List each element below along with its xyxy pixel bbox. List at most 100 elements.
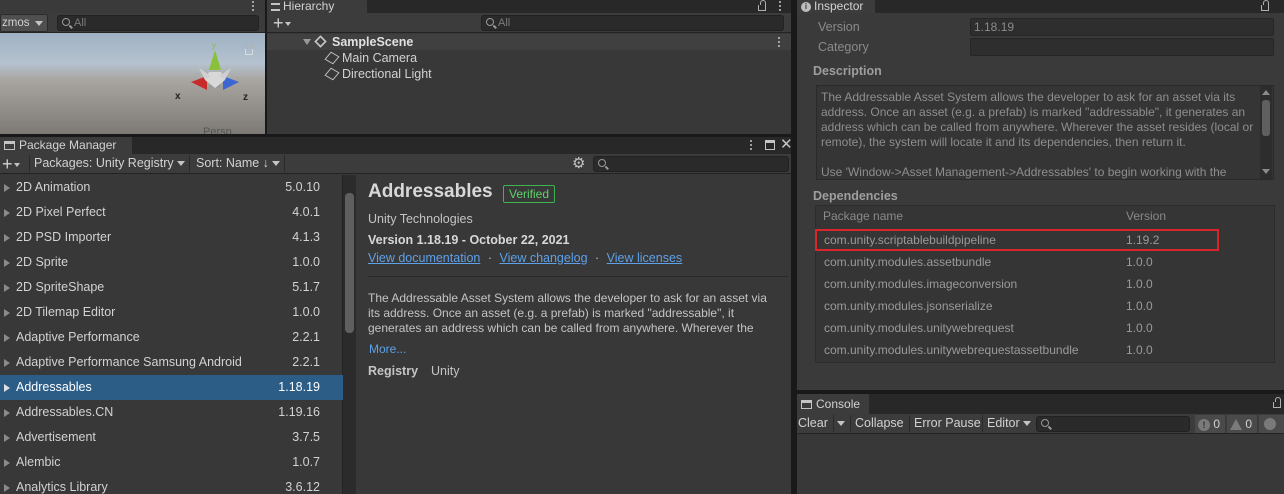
registry-dropdown[interactable]: Packages: Unity Registry: [29, 155, 190, 172]
inspector-tab-label: Inspector: [814, 0, 864, 13]
view-licenses-link[interactable]: View licenses: [607, 251, 683, 265]
tab-console[interactable]: Console: [797, 394, 869, 414]
scene-search-input[interactable]: All: [57, 15, 259, 31]
package-list-item[interactable]: 2D Pixel Perfect 4.0.1: [0, 200, 343, 225]
description-scrollbar[interactable]: [1260, 86, 1272, 179]
package-list-scrollbar[interactable]: [343, 175, 356, 494]
package-list-item[interactable]: Alembic 1.0.7: [0, 450, 343, 475]
package-list-item[interactable]: Analytics Library 3.6.12: [0, 475, 343, 494]
hierarchy-search-input[interactable]: All: [481, 15, 784, 31]
package-name: 2D Tilemap Editor: [16, 305, 116, 319]
package-list-item[interactable]: Adaptive Performance Samsung Android 2.2.…: [0, 350, 343, 375]
package-version: 3.6.12: [285, 480, 320, 494]
expand-arrow-icon[interactable]: [4, 409, 10, 417]
clear-dropdown-icon[interactable]: [833, 415, 850, 432]
axis-z-label: z: [243, 92, 248, 103]
expand-arrow-icon[interactable]: [4, 309, 10, 317]
scroll-thumb[interactable]: [345, 193, 354, 333]
error-count-toggle[interactable]: [1259, 415, 1284, 433]
panel-divider: [265, 0, 267, 134]
package-name: Adaptive Performance Samsung Android: [16, 355, 242, 369]
sort-dropdown[interactable]: Sort: Name ↓: [192, 155, 285, 172]
package-list-item[interactable]: 2D SpriteShape 5.1.7: [0, 275, 343, 300]
gizmos-label: zmos: [2, 17, 30, 29]
dep-version: 1.0.0: [1126, 277, 1153, 291]
expand-arrow-icon[interactable]: [4, 284, 10, 292]
error-pause-button[interactable]: Error Pause: [909, 415, 985, 432]
scroll-down-icon[interactable]: [1262, 169, 1270, 174]
package-list-item[interactable]: Advertisement 3.7.5: [0, 425, 343, 450]
package-list-item[interactable]: Addressables.CN 1.19.16: [0, 400, 343, 425]
expand-arrow-icon[interactable]: [4, 334, 10, 342]
expand-arrow-icon[interactable]: [4, 359, 10, 367]
console-icon: [801, 400, 812, 409]
view-changelog-link[interactable]: View changelog: [499, 251, 587, 265]
hierarchy-add-button[interactable]: +: [273, 13, 291, 33]
info-count-toggle[interactable]: ! 0: [1195, 415, 1225, 433]
view-documentation-link[interactable]: View documentation: [368, 251, 480, 265]
package-version: 5.0.10: [285, 180, 320, 194]
collapse-button[interactable]: Collapse: [850, 415, 908, 432]
package-list-item[interactable]: 2D Sprite 1.0.0: [0, 250, 343, 275]
scene-row-menu-icon[interactable]: [778, 37, 781, 49]
dep-col-version: Version: [1126, 209, 1167, 223]
scroll-thumb[interactable]: [1262, 100, 1270, 136]
package-version: 1.0.0: [292, 305, 320, 319]
package-list-item[interactable]: Addressables 1.18.19: [0, 375, 343, 400]
dependencies-header: Dependencies: [813, 189, 898, 203]
chevron-down-icon: [13, 163, 20, 168]
expand-arrow-icon[interactable]: [4, 434, 10, 442]
unity-scene-icon: [314, 35, 327, 48]
console-search-input[interactable]: [1036, 416, 1190, 432]
settings-gear-icon[interactable]: ⚙: [572, 155, 585, 173]
editor-dropdown[interactable]: Editor: [982, 415, 1035, 432]
dependency-row: com.unity.modules.jsonserialize 1.0.0: [815, 295, 1275, 317]
panel-divider: [791, 0, 797, 494]
package-search-input[interactable]: [593, 156, 789, 172]
package-version: 1.0.0: [292, 255, 320, 269]
chevron-down-icon: [1022, 421, 1031, 427]
package-list-item[interactable]: 2D PSD Importer 4.1.3: [0, 225, 343, 250]
svg-text:y: y: [212, 41, 216, 50]
expand-arrow-icon[interactable]: [4, 484, 10, 492]
warning-count-toggle[interactable]: 0: [1227, 415, 1257, 433]
expand-arrow-icon[interactable]: [4, 209, 10, 217]
scene-row[interactable]: SampleScene: [267, 34, 791, 50]
hierarchy-item-directional-light[interactable]: Directional Light: [324, 66, 432, 82]
expand-arrow-icon[interactable]: [4, 459, 10, 467]
package-list-item[interactable]: 2D Tilemap Editor 1.0.0: [0, 300, 343, 325]
package-list-item[interactable]: 2D Animation 5.0.10: [0, 175, 343, 200]
hierarchy-item-main-camera[interactable]: Main Camera: [324, 50, 417, 66]
dep-version: 1.0.0: [1126, 343, 1153, 357]
object-name: Directional Light: [342, 67, 432, 81]
inspector-lock-icon[interactable]: [1261, 0, 1269, 11]
persp-label[interactable]: Persp: [203, 126, 232, 134]
clear-button[interactable]: Clear: [798, 415, 828, 432]
tab-hierarchy[interactable]: Hierarchy: [267, 0, 367, 13]
scene-menu-icon[interactable]: [252, 1, 255, 13]
tab-inspector[interactable]: i Inspector: [797, 0, 875, 13]
hierarchy-search-placeholder: All: [498, 17, 511, 29]
hierarchy-menu-icon[interactable]: [779, 1, 782, 13]
console-lock-icon[interactable]: [1273, 397, 1281, 408]
chevron-down-icon: [271, 161, 280, 167]
expand-arrow-icon[interactable]: [4, 259, 10, 267]
more-link[interactable]: More...: [369, 342, 406, 356]
add-package-button[interactable]: +: [2, 154, 20, 174]
registry-dropdown-label: Packages: Unity Registry: [34, 156, 174, 170]
package-name: 2D SpriteShape: [16, 280, 105, 294]
maximize-icon[interactable]: [765, 140, 775, 150]
sort-dropdown-label: Sort: Name ↓: [196, 156, 269, 170]
package-list-item[interactable]: Adaptive Performance 2.2.1: [0, 325, 343, 350]
package-name: Adaptive Performance: [16, 330, 140, 344]
gizmos-dropdown[interactable]: zmos: [0, 14, 48, 32]
scroll-up-icon[interactable]: [1262, 90, 1270, 95]
expand-arrow-icon[interactable]: [4, 184, 10, 192]
package-name: Analytics Library: [16, 480, 108, 494]
expand-arrow-icon[interactable]: [4, 234, 10, 242]
package-icon: [4, 141, 15, 150]
expand-arrow-icon[interactable]: [4, 384, 10, 392]
package-manager-menu-icon[interactable]: [750, 140, 753, 152]
tab-package-manager[interactable]: Package Manager: [0, 137, 132, 154]
hierarchy-lock-icon[interactable]: [758, 0, 766, 11]
